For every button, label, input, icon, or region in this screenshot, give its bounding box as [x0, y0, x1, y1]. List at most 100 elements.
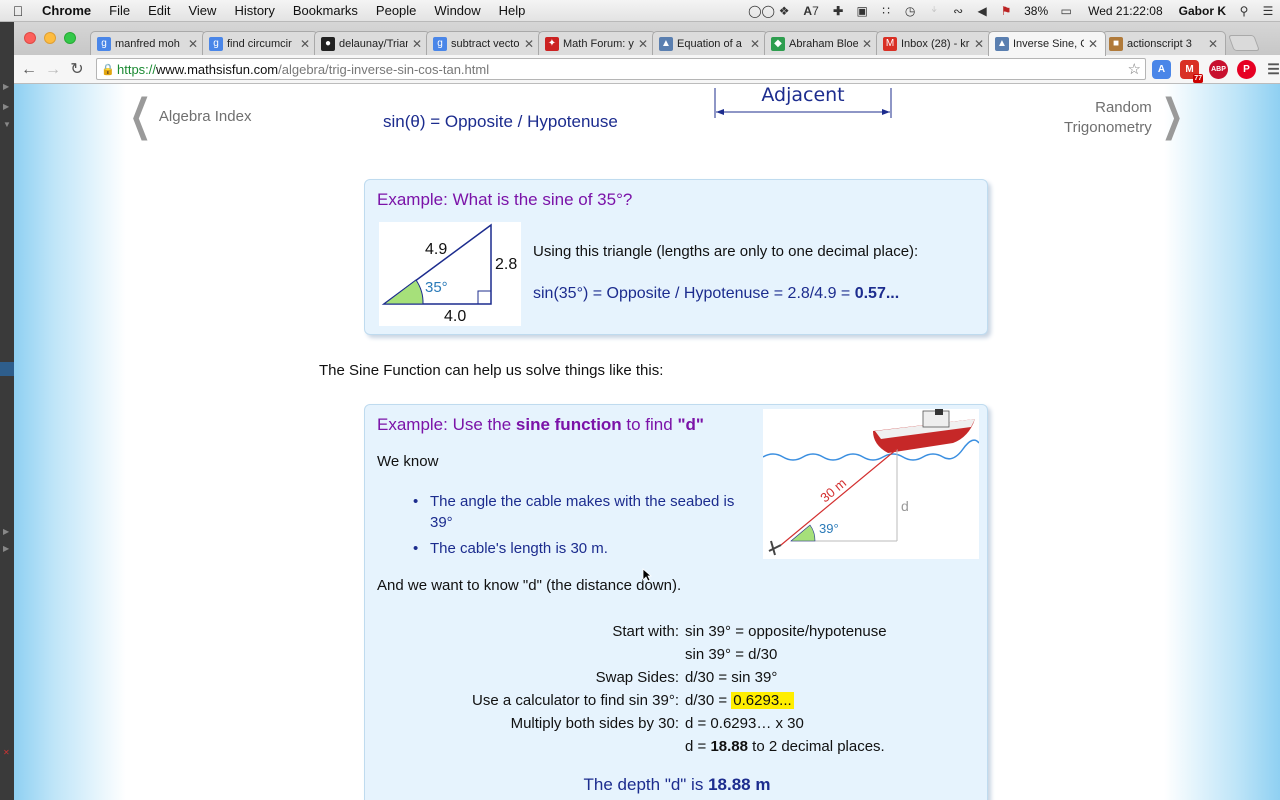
- battery-percent[interactable]: 38%: [1018, 4, 1054, 18]
- pinterest-icon[interactable]: P: [1237, 60, 1256, 79]
- menu-file[interactable]: File: [100, 3, 139, 18]
- abp-label: ABP: [1211, 66, 1226, 73]
- menu-view[interactable]: View: [179, 3, 225, 18]
- notification-center-icon[interactable]: ☰: [1256, 4, 1280, 18]
- zoom-window-button[interactable]: [64, 32, 76, 44]
- bookmark-star-icon[interactable]: ☆: [1128, 60, 1141, 78]
- address-bar[interactable]: 🔒 https://www.mathsisfun.com/algebra/tri…: [96, 58, 1146, 80]
- close-tab-icon[interactable]: ✕: [187, 37, 199, 51]
- macos-menubar:  Chrome File Edit View History Bookmark…: [0, 0, 1280, 22]
- forward-arrow-icon[interactable]: →: [42, 59, 64, 81]
- menu-help[interactable]: Help: [490, 3, 535, 18]
- close-tab-icon[interactable]: ✕: [523, 37, 535, 51]
- answer-bold: 18.88 m: [708, 775, 771, 794]
- status-area: ◯◯ ❖ A7 ✚ ▣ ∷ ◷ ᛎ ∾ ◀ ⚑ 38% ▭ Wed 21:22:…: [748, 0, 1280, 22]
- background-app-strip: ▶ ▶ ▼ ▶ ▶ ✕: [0, 22, 14, 800]
- tab-3[interactable]: g subtract vecto ✕: [426, 31, 542, 55]
- clock[interactable]: Wed 21:22:08: [1078, 4, 1173, 18]
- tab-label: manfred moh: [115, 37, 180, 50]
- grid-icon[interactable]: ∷: [874, 4, 898, 18]
- user-name[interactable]: Gabor K: [1173, 4, 1232, 18]
- chevron-right-icon[interactable]: ❯: [1154, 94, 1191, 138]
- close-tab-icon[interactable]: ✕: [411, 37, 423, 51]
- wifi-icon[interactable]: ∾: [946, 4, 970, 18]
- chrome-menu-icon[interactable]: ☰: [1264, 60, 1280, 79]
- minimize-window-button[interactable]: [44, 32, 56, 44]
- tab-8-active[interactable]: ▲ Inverse Sine, C ✕: [988, 31, 1106, 56]
- right-nav-line2: Trigonometry: [1064, 119, 1152, 136]
- menu-edit[interactable]: Edit: [139, 3, 179, 18]
- menu-bookmarks[interactable]: Bookmarks: [284, 3, 367, 18]
- reload-icon[interactable]: ↻: [66, 59, 88, 81]
- tab-0[interactable]: g manfred moh ✕: [90, 31, 206, 55]
- adblock-plus-icon[interactable]: ABP: [1209, 60, 1228, 79]
- tab-label: actionscript 3: [1127, 37, 1192, 50]
- random-trigonometry-link[interactable]: Random Trigonometry: [1064, 98, 1152, 138]
- tri-hypotenuse: 4.9: [425, 241, 447, 258]
- close-window-button[interactable]: [24, 32, 36, 44]
- intro-text: The Sine Function can help us solve thin…: [319, 362, 664, 379]
- triangle-marker-icon: ▶: [3, 102, 10, 111]
- google-icon: g: [97, 36, 111, 51]
- tab-9[interactable]: ■ actionscript 3 ✕: [1102, 31, 1226, 55]
- back-arrow-icon[interactable]: ←: [18, 59, 40, 81]
- close-tab-icon[interactable]: ✕: [1207, 37, 1219, 51]
- browser-toolbar: ← → ↻ 🔒 https://www.mathsisfun.com/algeb…: [14, 55, 1280, 84]
- new-tab-button[interactable]: [1228, 35, 1260, 51]
- tab-5[interactable]: ▲ Equation of a ✕: [652, 31, 768, 55]
- adobe-icon[interactable]: A7: [796, 4, 826, 18]
- tab-6[interactable]: ◆ Abraham Bloe ✕: [764, 31, 880, 55]
- spotlight-search-icon[interactable]: ⚲: [1232, 4, 1256, 18]
- lock-icon[interactable]: 🔒: [99, 63, 117, 76]
- close-tab-icon[interactable]: ✕: [299, 37, 311, 51]
- tab-2[interactable]: ● delaunay/Trian ✕: [314, 31, 430, 55]
- battery-icon[interactable]: ▭: [1054, 4, 1078, 18]
- menu-app-chrome[interactable]: Chrome: [36, 3, 100, 18]
- tab-label: Abraham Bloe: [789, 37, 858, 50]
- apple-menu-icon[interactable]: : [0, 3, 36, 19]
- bluetooth-icon[interactable]: ᛎ: [922, 4, 946, 18]
- cable-length-label: 30 m: [817, 475, 849, 505]
- tab-7[interactable]: M Inbox (28) - kri ✕: [876, 31, 992, 55]
- highlighted-value: 0.6293...: [731, 692, 794, 709]
- close-tab-icon[interactable]: ✕: [637, 37, 649, 51]
- menu-people[interactable]: People: [367, 3, 425, 18]
- time-machine-icon[interactable]: ◷: [898, 4, 922, 18]
- tab-1[interactable]: g find circumcir ✕: [202, 31, 318, 55]
- tab-4[interactable]: ✦ Math Forum: y ✕: [538, 31, 656, 55]
- triangle-marker-icon: ▶: [3, 82, 10, 91]
- glasses-icon[interactable]: ◯◯: [748, 4, 775, 18]
- flag-us-icon[interactable]: ⚑: [994, 4, 1018, 18]
- step-value: d/30 = sin 39°: [685, 669, 778, 686]
- algebra-index-link[interactable]: ❮ Algebra Index: [122, 94, 251, 138]
- close-tab-icon[interactable]: ✕: [861, 37, 873, 51]
- triangle-marker-icon: ▶: [3, 527, 10, 536]
- depth-label: d: [901, 498, 909, 514]
- close-tab-icon[interactable]: ✕: [1087, 37, 1099, 51]
- menu-history[interactable]: History: [225, 3, 283, 18]
- step-value-prefix: d =: [685, 738, 711, 755]
- triangle-svg: 4.9 2.8 4.0 35°: [381, 223, 517, 325]
- close-tab-icon[interactable]: ✕: [973, 37, 985, 51]
- mathsisfun-icon: ▲: [995, 37, 1009, 51]
- dropbox-icon[interactable]: ❖: [772, 4, 796, 18]
- plus-icon[interactable]: ✚: [826, 4, 850, 18]
- step-label: Use a calculator to find sin 39°:: [472, 692, 679, 709]
- boat-diagram: 30 m 39° d: [762, 407, 980, 559]
- chrome-window: g manfred moh ✕ g find circumcir ✕ ● del…: [14, 22, 1280, 800]
- close-tab-icon[interactable]: ✕: [749, 37, 761, 51]
- example-sine-35: Example: What is the sine of 35°? 4.9 2.…: [364, 179, 988, 335]
- step-value-suffix: to 2 decimal places.: [747, 738, 885, 755]
- translate-extension-icon[interactable]: A: [1152, 60, 1171, 79]
- gmail-extension-icon[interactable]: M 77: [1180, 60, 1203, 83]
- url-path: /algebra/trig-inverse-sin-cos-tan.html: [278, 61, 490, 77]
- title-bold-sine: sine function: [515, 415, 622, 434]
- volume-icon[interactable]: ◀: [970, 4, 994, 18]
- example2-title: Example: Use the sine function to find "…: [377, 415, 704, 435]
- tab-label: find circumcir: [227, 37, 292, 50]
- menu-window[interactable]: Window: [425, 3, 489, 18]
- selection-marker: [0, 362, 14, 376]
- monitor-icon[interactable]: ▣: [850, 4, 874, 18]
- adjacent-arrow: [714, 88, 892, 118]
- gmail-badge: 77: [1193, 74, 1203, 83]
